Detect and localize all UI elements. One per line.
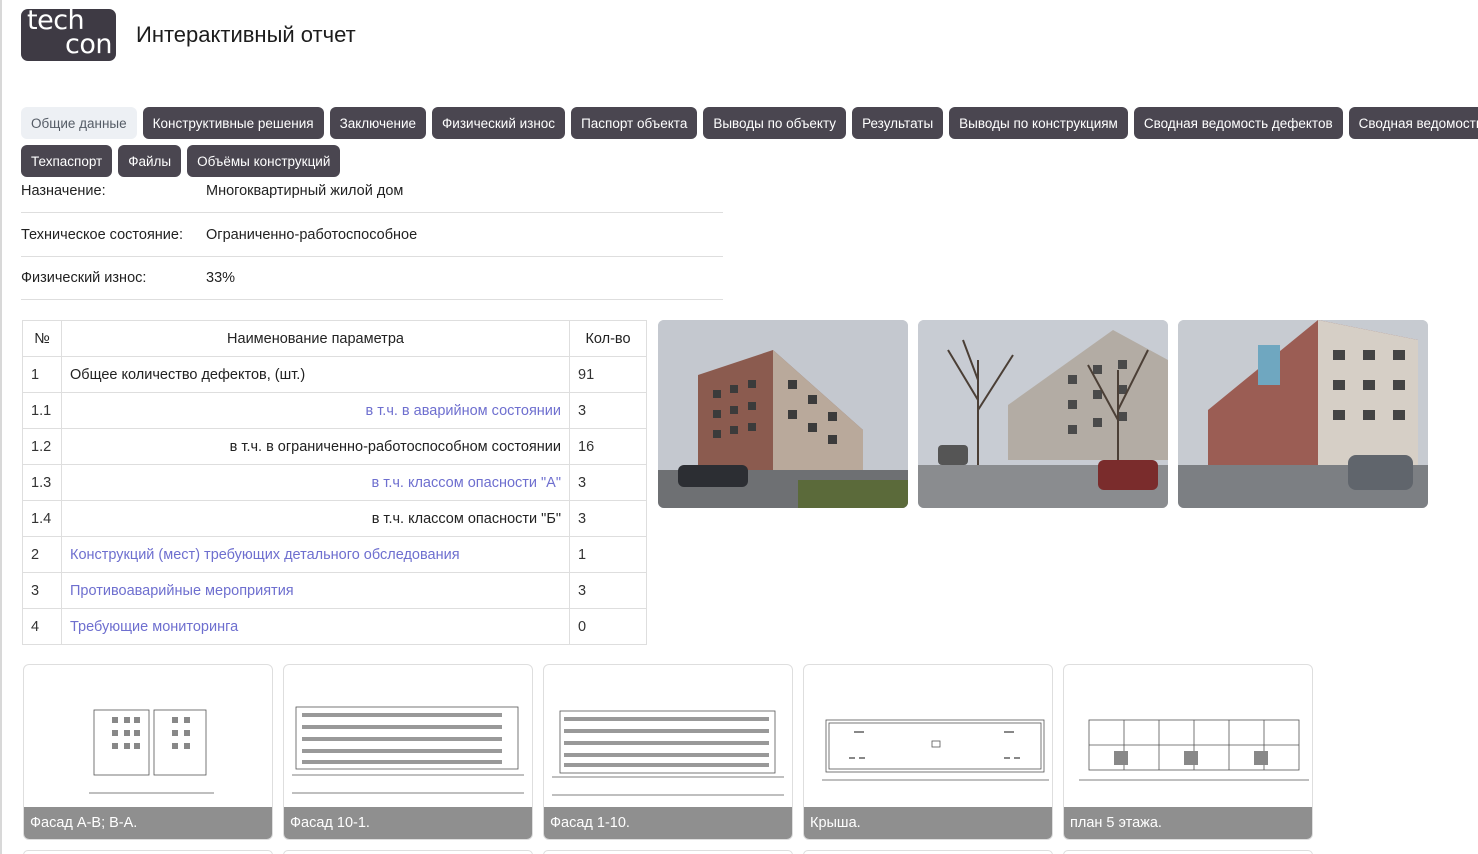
wear-value: 33%: [206, 270, 236, 286]
table-row: 4 Требующие мониторинга 0: [22, 608, 647, 645]
row-qty: 0: [569, 608, 647, 645]
row-number: 2: [22, 536, 62, 573]
table-row: 1.2 в т.ч. в ограниченно-работоспособном…: [22, 428, 647, 465]
info-row-state: Техническое состояние: Ограниченно-работ…: [21, 213, 723, 257]
drawing-caption: Фасад А-В; В-А.: [24, 807, 272, 839]
col-name-header: Наименование параметра: [61, 320, 570, 357]
row-qty: 3: [569, 572, 647, 609]
roof-drawing: [822, 719, 1049, 781]
header: tech con Интерактивный отчет: [21, 8, 356, 62]
building-photos: [658, 320, 1428, 508]
table-header-row: № Наименование параметра Кол-во: [22, 320, 647, 357]
row-number: 1.3: [22, 464, 62, 501]
building-photo-1[interactable]: [658, 320, 908, 508]
general-info: Назначение: Многоквартирный жилой дом Те…: [21, 170, 723, 300]
drawing-caption: Фасад 10-1.: [284, 807, 532, 839]
row-name-cell: Противоаварийные мероприятия: [61, 572, 570, 609]
drawing-card-partial[interactable]: [283, 850, 533, 854]
row-name: Общее количество дефектов, (шт.): [61, 356, 570, 393]
tab-results[interactable]: Результаты: [852, 107, 944, 139]
row-qty: 91: [569, 356, 647, 393]
tab-defects-summary[interactable]: Сводная ведомость дефектов: [1133, 107, 1343, 139]
row-name: в т.ч. классом опасности "Б": [61, 500, 570, 537]
row-name-cell: в т.ч. в аварийном состоянии: [61, 392, 570, 429]
row-number: 4: [22, 608, 62, 645]
tab-design-solutions[interactable]: Конструктивные решения: [142, 107, 324, 139]
row-qty: 3: [569, 464, 647, 501]
tab-physical-wear[interactable]: Физический износ: [432, 107, 566, 139]
parameters-table: № Наименование параметра Кол-во 1 Общее …: [22, 320, 647, 645]
info-row-wear: Физический износ: 33%: [21, 257, 723, 300]
building-photo-3[interactable]: [1178, 320, 1428, 508]
wear-label: Физический износ:: [21, 270, 147, 286]
hazard-class-a-link[interactable]: в т.ч. классом опасности "А": [372, 475, 561, 491]
row-number: 3: [22, 572, 62, 609]
drawing-card-partial[interactable]: [23, 850, 273, 854]
drawing-card-partial[interactable]: [803, 850, 1053, 854]
logo-text-con: con: [65, 29, 112, 60]
purpose-label: Назначение:: [21, 183, 106, 199]
table-row: 1.1 в т.ч. в аварийном состоянии 3: [22, 392, 647, 429]
facade-drawing: [89, 709, 214, 794]
drawing-card-partial[interactable]: [543, 850, 793, 854]
row-name-cell: Конструкций (мест) требующих детального …: [61, 536, 570, 573]
tab-object-passport[interactable]: Паспорт объекта: [571, 107, 698, 139]
tab-row-1: Общие данные Конструктивные решения Закл…: [21, 107, 1478, 139]
tab-conclusion[interactable]: Заключение: [329, 107, 427, 139]
row-number: 1.2: [22, 428, 62, 465]
drawing-card[interactable]: Крыша.: [803, 664, 1053, 840]
emergency-measures-link[interactable]: Противоаварийные мероприятия: [70, 583, 294, 599]
table-row: 3 Противоаварийные мероприятия 3: [22, 572, 647, 609]
drawing-card-partial[interactable]: [1063, 850, 1313, 854]
purpose-value: Многоквартирный жилой дом: [206, 183, 404, 199]
drawing-card[interactable]: Фасад 10-1.: [283, 664, 533, 840]
tab-construction-conclusions[interactable]: Выводы по конструкциям: [949, 107, 1128, 139]
drawings-next-row: [23, 850, 1313, 854]
state-value: Ограниченно-работоспособное: [206, 226, 418, 243]
col-qty-header: Кол-во: [569, 320, 647, 357]
monitoring-link[interactable]: Требующие мониторинга: [70, 619, 238, 635]
floor-plan-drawing: [1079, 719, 1309, 781]
info-row-purpose: Назначение: Многоквартирный жилой дом: [21, 170, 723, 213]
row-number: 1.4: [22, 500, 62, 537]
row-qty: 3: [569, 392, 647, 429]
drawing-card[interactable]: Фасад 1-10.: [543, 664, 793, 840]
page-title: Интерактивный отчет: [136, 22, 356, 47]
state-label: Техническое состояние:: [21, 226, 183, 243]
table-row: 1.4 в т.ч. классом опасности "Б" 3: [22, 500, 647, 537]
detailed-inspection-link[interactable]: Конструкций (мест) требующих детального …: [70, 547, 460, 563]
row-number: 1: [22, 356, 62, 393]
drawing-card[interactable]: Фасад А-В; В-А.: [23, 664, 273, 840]
row-qty: 16: [569, 428, 647, 465]
row-name: в т.ч. в ограниченно-работоспособном сос…: [61, 428, 570, 465]
row-name-cell: в т.ч. классом опасности "А": [61, 464, 570, 501]
drawings-gallery: Фасад А-В; В-А. Фасад 10-1. Фасад 1-10. …: [23, 664, 1313, 840]
drawing-caption: Крыша.: [804, 807, 1052, 839]
drawing-caption: план 5 этажа.: [1064, 807, 1312, 839]
row-number: 1.1: [22, 392, 62, 429]
tab-object-conclusions[interactable]: Выводы по объекту: [703, 107, 847, 139]
row-qty: 1: [569, 536, 647, 573]
emergency-state-link[interactable]: в т.ч. в аварийном состоянии: [366, 403, 561, 419]
techcon-logo[interactable]: tech con: [21, 9, 116, 61]
table-row: 1 Общее количество дефектов, (шт.) 91: [22, 356, 647, 393]
row-qty: 3: [569, 500, 647, 537]
drawing-caption: Фасад 1-10.: [544, 807, 792, 839]
facade-drawing: [552, 710, 784, 796]
table-row: 1.3 в т.ч. классом опасности "А" 3: [22, 464, 647, 501]
row-name-cell: Требующие мониторинга: [61, 608, 570, 645]
tab-general-data[interactable]: Общие данные: [21, 107, 137, 139]
drawing-card[interactable]: план 5 этажа.: [1063, 664, 1313, 840]
tab-summary-statement[interactable]: Сводная ведомость: [1348, 107, 1478, 139]
table-row: 2 Конструкций (мест) требующих детальног…: [22, 536, 647, 573]
facade-drawing: [292, 706, 524, 794]
building-photo-2[interactable]: [918, 320, 1168, 508]
col-number-header: №: [22, 320, 62, 357]
